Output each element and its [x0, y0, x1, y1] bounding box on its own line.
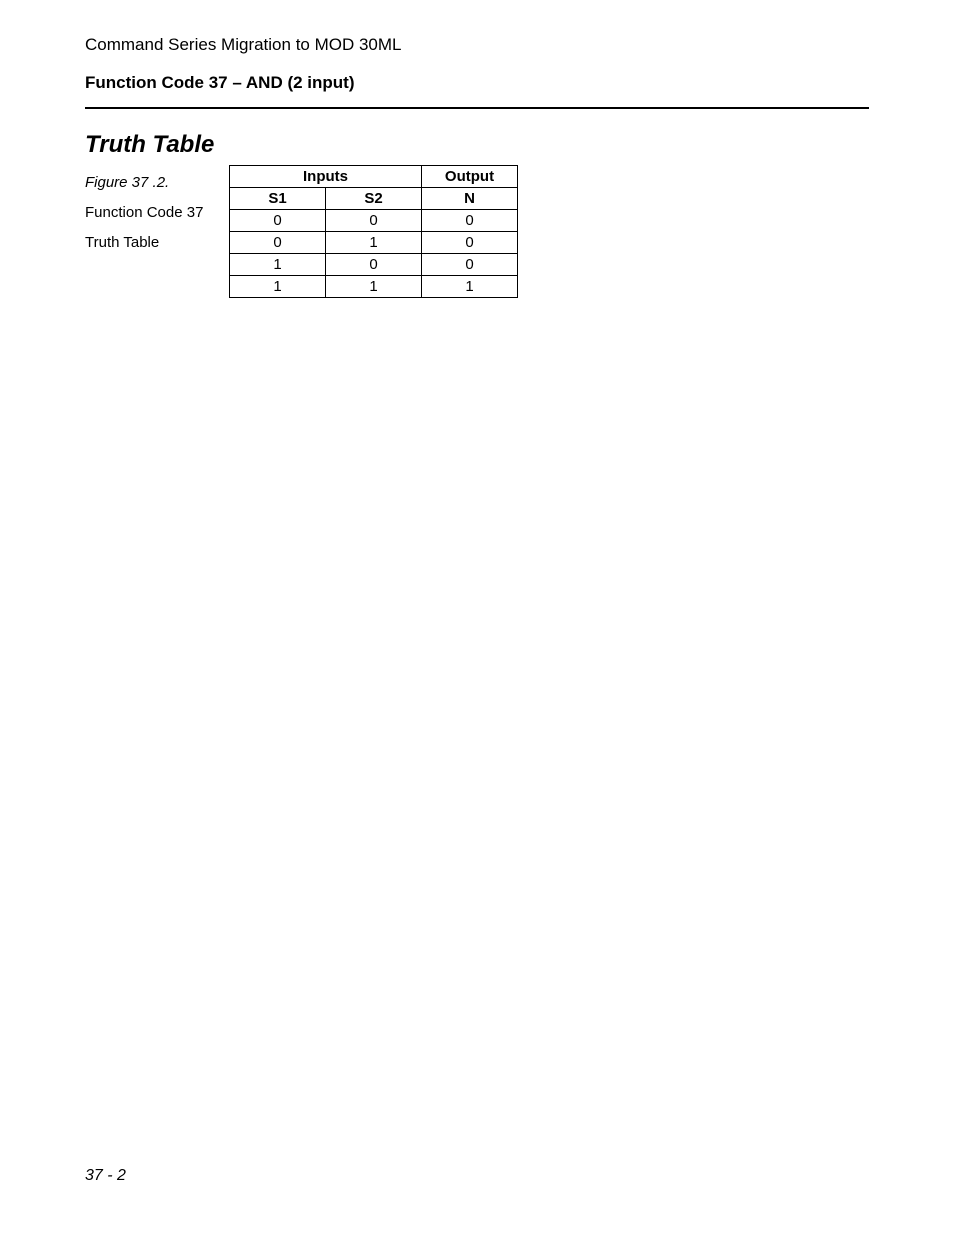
figure-caption: Figure 37 .2. Function Code 37 Truth Tab…: [85, 165, 225, 255]
cell-s2: 0: [326, 254, 422, 276]
col-n: N: [422, 188, 518, 210]
running-head: Command Series Migration to MOD 30ML: [85, 35, 869, 55]
cell-s2: 1: [326, 276, 422, 298]
cell-s1: 0: [230, 210, 326, 232]
page-title: Function Code 37 – AND (2 input): [85, 73, 869, 93]
caption-line-3: Truth Table: [85, 231, 225, 255]
page-number: 37 - 2: [85, 1167, 126, 1185]
table-header-row-1: Inputs Output: [230, 166, 518, 188]
cell-n: 0: [422, 254, 518, 276]
caption-line-2: Function Code 37: [85, 201, 225, 225]
cell-s1: 1: [230, 254, 326, 276]
caption-figure-number: Figure 37 .2.: [85, 171, 225, 195]
section-heading: Truth Table: [85, 131, 869, 159]
table-header-row-2: S1 S2 N: [230, 188, 518, 210]
cell-n: 0: [422, 210, 518, 232]
cell-n: 0: [422, 232, 518, 254]
cell-s2: 0: [326, 210, 422, 232]
cell-s2: 1: [326, 232, 422, 254]
col-s1: S1: [230, 188, 326, 210]
table-row: 0 0 0: [230, 210, 518, 232]
truth-table: Inputs Output S1 S2 N 0 0 0 0 1 0: [229, 165, 518, 298]
table-row: 0 1 0: [230, 232, 518, 254]
table-row: 1 1 1: [230, 276, 518, 298]
inputs-header: Inputs: [230, 166, 422, 188]
col-s2: S2: [326, 188, 422, 210]
divider: [85, 107, 869, 109]
cell-s1: 1: [230, 276, 326, 298]
cell-n: 1: [422, 276, 518, 298]
output-header: Output: [422, 166, 518, 188]
table-row: 1 0 0: [230, 254, 518, 276]
cell-s1: 0: [230, 232, 326, 254]
